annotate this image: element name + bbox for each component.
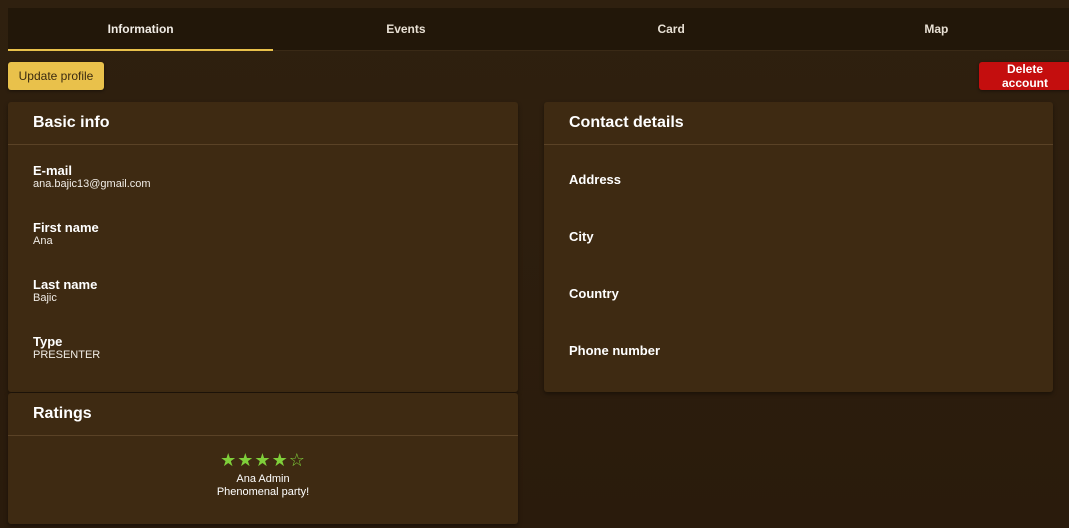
tab-events[interactable]: Events: [273, 8, 538, 50]
type-field: Type PRESENTER: [33, 335, 100, 362]
basic-info-title: Basic info: [8, 102, 518, 145]
first-name-field: First name Ana: [33, 221, 99, 248]
star-rating-icon: ★★★★☆: [220, 450, 306, 471]
rating-author: Ana Admin: [236, 473, 290, 485]
phone-number-label: Phone number: [569, 343, 661, 358]
type-value: PRESENTER: [33, 349, 101, 361]
email-field: E-mail ana.bajic13@gmail.com: [33, 164, 151, 191]
country-label: Country: [569, 286, 619, 301]
contact-details-card: Contact details Address City Country Pho…: [544, 102, 1053, 392]
city-label: City: [569, 229, 594, 244]
first-name-value: Ana: [33, 235, 53, 247]
last-name-label: Last name: [33, 277, 98, 292]
profile-page: Information Events Card Map Update profi…: [0, 0, 1069, 528]
rating-comment: Phenomenal party!: [216, 486, 310, 498]
type-label: Type: [33, 334, 63, 349]
ratings-title: Ratings: [8, 393, 518, 436]
last-name-field: Last name Bajic: [33, 278, 97, 305]
tab-bar: Information Events Card Map: [8, 8, 1069, 51]
address-label: Address: [569, 172, 622, 187]
basic-info-card: Basic info E-mail ana.bajic13@gmail.com …: [8, 102, 518, 392]
rating-item: ★★★★☆ Ana Admin Phenomenal party!: [8, 451, 518, 498]
email-value: ana.bajic13@gmail.com: [33, 178, 151, 190]
update-profile-button[interactable]: Update profile: [8, 62, 104, 90]
tab-map[interactable]: Map: [804, 8, 1069, 50]
last-name-value: Bajic: [33, 292, 57, 304]
tab-information[interactable]: Information: [8, 8, 274, 51]
tab-card[interactable]: Card: [539, 8, 804, 50]
first-name-label: First name: [33, 220, 99, 235]
delete-account-button[interactable]: Delete account: [979, 62, 1069, 90]
email-label: E-mail: [33, 163, 73, 178]
contact-details-title: Contact details: [544, 102, 1053, 145]
ratings-card: Ratings ★★★★☆ Ana Admin Phenomenal party…: [8, 393, 518, 524]
